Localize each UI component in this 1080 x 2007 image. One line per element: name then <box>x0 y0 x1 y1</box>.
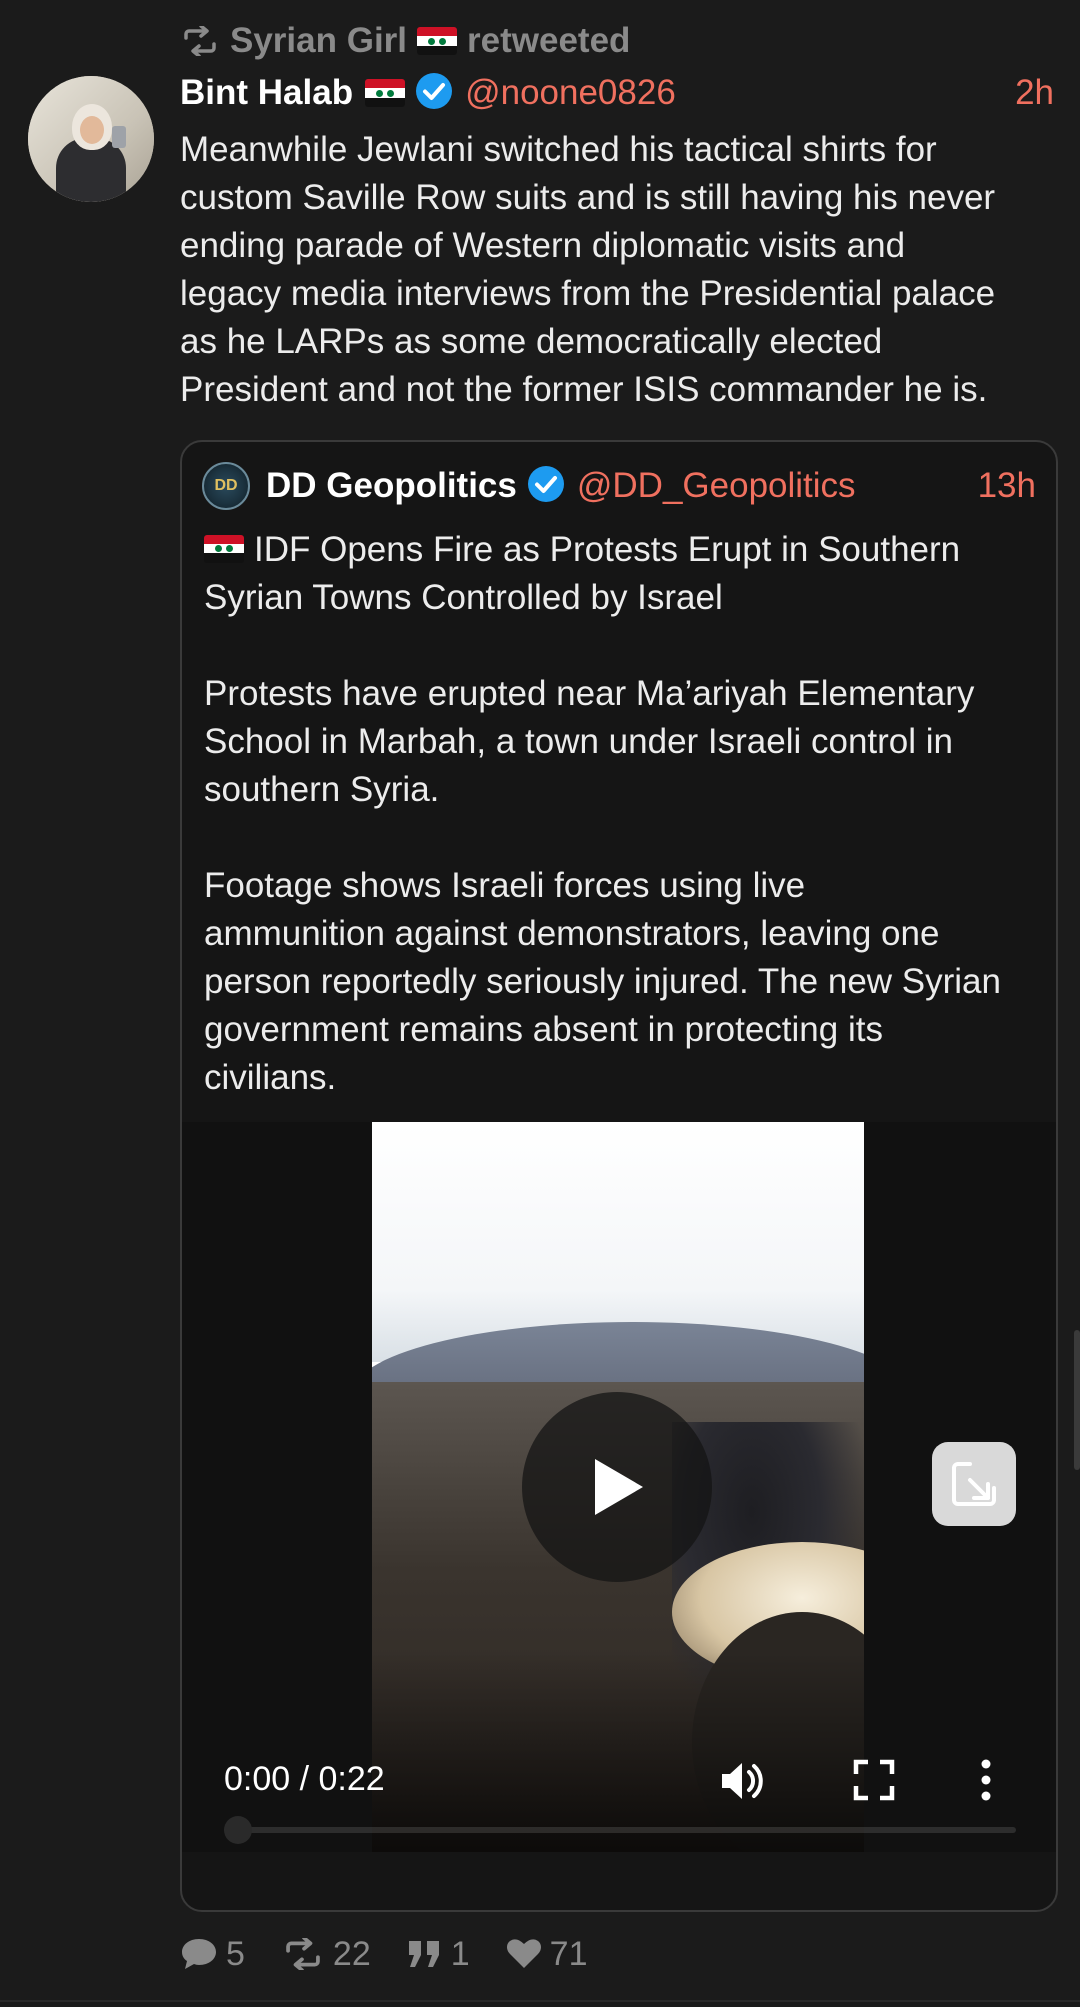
like-button[interactable]: 71 <box>506 1935 588 1974</box>
more-vertical-icon <box>981 1759 991 1801</box>
video-seek-handle[interactable] <box>224 1816 252 1844</box>
quoted-author-name[interactable]: DD Geopolitics <box>266 466 517 506</box>
quote-count: 1 <box>450 1934 470 1973</box>
quoted-tweet-header: DD DD Geopolitics @DD_Geopolitics 13h <box>202 460 1036 512</box>
video-controls: 0:00 / 0:22 <box>182 1752 1056 1812</box>
retweet-icon <box>180 26 220 56</box>
fullscreen-button[interactable] <box>852 1758 896 1807</box>
tweet-header: Bint Halab @noone0826 2h <box>180 70 1054 116</box>
quote-icon <box>408 1941 439 1967</box>
syria-flag-icon <box>204 534 244 563</box>
tweet-text: Meanwhile Jewlani switched his tactical … <box>180 130 996 409</box>
video-timecode: 0:00 / 0:22 <box>224 1760 385 1798</box>
retweeter-name[interactable]: Syrian Girl <box>230 21 407 61</box>
quoted-avatar-logo-text: DD <box>214 477 238 494</box>
retweet-button[interactable]: 22 <box>281 1935 371 1974</box>
syria-flag-icon <box>365 79 406 107</box>
retweet-count: 22 <box>332 1934 371 1973</box>
tweet-action-bar: 5 22 1 71 <box>180 1930 588 1978</box>
quoted-author-handle[interactable]: @DD_Geopolitics <box>577 466 856 506</box>
divider <box>0 2000 1080 2002</box>
scrollbar[interactable] <box>1074 1330 1080 1470</box>
retweet-label: retweeted <box>467 21 631 60</box>
tweet-time[interactable]: 2h <box>1015 73 1054 113</box>
fullscreen-icon <box>853 1759 895 1801</box>
play-button[interactable] <box>522 1392 712 1582</box>
author-name[interactable]: Bint Halab <box>180 73 353 113</box>
heart-icon <box>506 1939 541 1968</box>
author-avatar[interactable] <box>28 76 154 202</box>
quoted-author-avatar[interactable]: DD <box>202 462 250 510</box>
video-seek-bar[interactable] <box>224 1827 1016 1833</box>
reply-count: 5 <box>226 1934 245 1973</box>
retweet-icon <box>286 1938 320 1970</box>
verified-badge-icon <box>527 465 565 508</box>
quoted-tweet[interactable]: DD DD Geopolitics @DD_Geopolitics 13h ID… <box>180 440 1058 1912</box>
quote-button[interactable]: 1 <box>407 1935 470 1974</box>
picture-in-picture-button[interactable] <box>932 1442 1016 1526</box>
quoted-tweet-title: IDF Opens Fire as Protests Erupt in Sout… <box>204 526 1044 622</box>
reply-button[interactable]: 5 <box>180 1935 245 1974</box>
volume-icon <box>722 1763 763 1799</box>
like-count: 71 <box>549 1934 588 1973</box>
volume-button[interactable] <box>718 1758 766 1809</box>
quoted-tweet-time[interactable]: 13h <box>978 466 1036 506</box>
quoted-tweet-body: Protests have erupted near Ma’ariyah Ele… <box>204 674 1001 1097</box>
more-options-button[interactable] <box>978 1758 994 1807</box>
reply-bubble-icon <box>182 1939 216 1969</box>
play-icon <box>595 1459 643 1515</box>
quoted-title-text: IDF Opens Fire as Protests Erupt in Sout… <box>204 530 961 617</box>
author-handle[interactable]: @noone0826 <box>465 73 676 113</box>
picture-in-picture-icon <box>952 1462 996 1506</box>
video-player[interactable]: 0:00 / 0:22 <box>182 1122 1056 1852</box>
verified-badge-icon <box>415 72 453 115</box>
syria-flag-icon <box>417 27 458 55</box>
retweet-indicator[interactable]: Syrian Girl retweeted <box>180 18 630 64</box>
